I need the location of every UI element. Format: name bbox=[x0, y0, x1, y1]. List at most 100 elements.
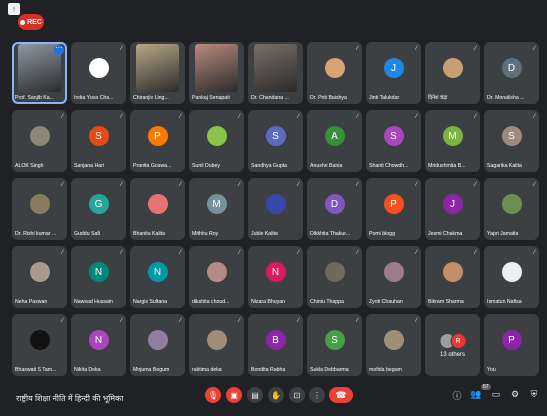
participant-name: Shanti Chowdh... bbox=[369, 163, 409, 169]
participant-tile[interactable]: Bhanita Kalita ⁄ bbox=[130, 178, 185, 240]
mic-muted-icon: ⁄ bbox=[179, 250, 181, 256]
avatar bbox=[383, 330, 404, 350]
mic-muted-icon: ⁄ bbox=[61, 250, 63, 256]
participant-tile[interactable]: S Sandhya Gupta ⁄ bbox=[248, 110, 303, 172]
participant-tile[interactable]: Chintu Thappa ⁄ bbox=[307, 246, 362, 308]
participant-tile[interactable]: Prof. Sanjib Ka... ⋯ bbox=[12, 42, 67, 104]
mic-muted-icon: ⁄ bbox=[120, 114, 122, 120]
mic-muted-icon: ⁄ bbox=[356, 46, 358, 52]
avatar: J bbox=[383, 58, 404, 78]
mic-muted-icon: ⁄ bbox=[238, 114, 240, 120]
participant-tile[interactable]: M Mithhu Roy ⁄ bbox=[189, 178, 244, 240]
participant-tile[interactable]: N Nargis Sultana ⁄ bbox=[130, 246, 185, 308]
participant-tile[interactable]: Mirjuma Begum ⁄ bbox=[130, 314, 185, 376]
video-feed bbox=[195, 44, 238, 92]
participant-name: Dikkhita Thakur... bbox=[310, 231, 350, 237]
people-icon[interactable]: 👥 bbox=[470, 389, 482, 400]
participant-tile[interactable]: S Sagarika Kalita ⁄ bbox=[484, 110, 539, 172]
participant-tile[interactable]: R 13 others bbox=[425, 314, 480, 376]
others-avatars: R bbox=[439, 333, 466, 349]
participant-tile[interactable]: S Sukla Debbarma ⁄ bbox=[307, 314, 362, 376]
participant-name: Chiranjiv Ling... bbox=[133, 95, 169, 101]
participant-tile[interactable]: Dr. Chandana ... bbox=[248, 42, 303, 104]
camera-off-button[interactable]: ▣ bbox=[226, 387, 242, 403]
leave-call-button[interactable]: ☎ bbox=[329, 387, 353, 403]
participant-tile[interactable]: A Anushri Bania ⁄ bbox=[307, 110, 362, 172]
mic-muted-icon: ⁄ bbox=[120, 46, 122, 52]
more-options-icon[interactable]: ⋯ bbox=[54, 45, 64, 55]
mic-muted-icon: ⁄ bbox=[415, 46, 417, 52]
participant-tile[interactable]: J Jesmi Chakma ⁄ bbox=[425, 178, 480, 240]
mic-muted-icon: ⁄ bbox=[179, 318, 181, 324]
participant-tile[interactable]: Sunil Dubey ⁄ bbox=[189, 110, 244, 172]
participant-tile[interactable]: mofida begum ⁄ bbox=[366, 314, 421, 376]
participant-name: raktima deka bbox=[192, 367, 222, 373]
captions-button[interactable]: ▤ bbox=[247, 387, 263, 403]
avatar: S bbox=[265, 126, 286, 146]
participant-tile[interactable]: D Dikkhita Thakur... ⁄ bbox=[307, 178, 362, 240]
participant-tile[interactable]: N Nawsad Hussain ⁄ bbox=[71, 246, 126, 308]
chat-icon[interactable]: ▭ bbox=[490, 389, 502, 400]
participant-tile[interactable]: Yapri Jamatia ⁄ bbox=[484, 178, 539, 240]
avatar: P bbox=[501, 330, 522, 350]
mic-muted-icon: ⁄ bbox=[61, 318, 63, 324]
participant-name: Mridushmita B... bbox=[428, 163, 466, 169]
participant-name: Dr. Rishi kumar ... bbox=[15, 231, 57, 237]
participant-tile[interactable]: raktima deka ⁄ bbox=[189, 314, 244, 376]
avatar: J bbox=[442, 194, 463, 214]
participant-name: dikshita choud... bbox=[192, 299, 230, 305]
participant-tile[interactable]: Zyoti Chauhan ⁄ bbox=[366, 246, 421, 308]
meeting-info-icon[interactable]: ⓘ bbox=[451, 389, 463, 402]
avatar: M bbox=[206, 194, 227, 214]
participant-name: Pankaj Senapati bbox=[192, 95, 230, 101]
mic-muted-icon: ⁄ bbox=[533, 250, 535, 256]
participant-tile[interactable]: Bikram Sharma ⁄ bbox=[425, 246, 480, 308]
participant-tile[interactable]: P Pomi blogg ⁄ bbox=[366, 178, 421, 240]
mic-off-button[interactable]: 🎙 bbox=[205, 387, 221, 403]
participant-tile[interactable]: D Dr. Monalisha ... ⁄ bbox=[484, 42, 539, 104]
participant-tile[interactable]: ALOK Singh ⁄ bbox=[12, 110, 67, 172]
mic-muted-icon: ⁄ bbox=[120, 182, 122, 188]
participant-tile[interactable]: N Nikita Deka ⁄ bbox=[71, 314, 126, 376]
participant-tile[interactable]: N Nizara Bhuyan ⁄ bbox=[248, 246, 303, 308]
mic-muted-icon: ⁄ bbox=[356, 182, 358, 188]
participant-name: Sunil Dubey bbox=[192, 163, 220, 169]
participant-tile[interactable]: Neha Paswan ⁄ bbox=[12, 246, 67, 308]
participant-tile[interactable]: Chiranjiv Ling... bbox=[130, 42, 185, 104]
participant-tile[interactable]: M Mridushmita B... ⁄ bbox=[425, 110, 480, 172]
participant-tile[interactable]: Juble Kalita ⁄ bbox=[248, 178, 303, 240]
participant-tile[interactable]: P Pranita Goswa... ⁄ bbox=[130, 110, 185, 172]
participant-name: Nikita Deka bbox=[74, 367, 101, 373]
participant-tile[interactable]: G Guddu Safi ⁄ bbox=[71, 178, 126, 240]
participant-tile[interactable]: दिनेश चंद्रा ⁄ bbox=[425, 42, 480, 104]
more-options-button[interactable]: ⋮ bbox=[309, 387, 325, 403]
host-controls-icon[interactable]: ⛨ bbox=[528, 389, 540, 400]
participant-tile[interactable]: Dr. Rishi kumar ... ⁄ bbox=[12, 178, 67, 240]
participant-tile[interactable]: B Bondita Rabha ⁄ bbox=[248, 314, 303, 376]
app-logo-icon: ↑ bbox=[8, 3, 20, 15]
participant-name: Sagarika Kalita bbox=[487, 163, 522, 169]
avatar: D bbox=[501, 58, 522, 78]
avatar bbox=[442, 262, 463, 282]
mic-muted-icon: ⁄ bbox=[120, 318, 122, 324]
participant-tile[interactable]: Pankaj Senapati bbox=[189, 42, 244, 104]
raise-hand-button[interactable]: ✋ bbox=[268, 387, 284, 403]
avatar bbox=[501, 262, 522, 282]
present-button[interactable]: ⊡ bbox=[289, 387, 305, 403]
mic-muted-icon: ⁄ bbox=[533, 182, 535, 188]
participant-tile[interactable]: P You bbox=[484, 314, 539, 376]
participant-tile[interactable]: Dr. Priti Baishya ⁄ bbox=[307, 42, 362, 104]
activities-icon[interactable]: ⚙ bbox=[509, 389, 521, 400]
participant-tile[interactable]: Bhaswati S Tam... ⁄ bbox=[12, 314, 67, 376]
avatar: P bbox=[147, 126, 168, 146]
participant-tile[interactable]: S Shanti Chowdh... ⁄ bbox=[366, 110, 421, 172]
avatar bbox=[206, 262, 227, 282]
participant-name: Bhanita Kalita bbox=[133, 231, 166, 237]
others-label: 13 others bbox=[439, 352, 466, 358]
participant-tile[interactable]: J Jinti Talukdar ⁄ bbox=[366, 42, 421, 104]
participant-tile[interactable]: dikshita choud... ⁄ bbox=[189, 246, 244, 308]
participant-tile[interactable]: Ismatun Nafisa ⁄ bbox=[484, 246, 539, 308]
participant-tile[interactable]: S Sanjana Hari ⁄ bbox=[71, 110, 126, 172]
participant-tile[interactable]: India Yuva Cha... ⁄ bbox=[71, 42, 126, 104]
participant-name: ALOK Singh bbox=[15, 163, 44, 169]
